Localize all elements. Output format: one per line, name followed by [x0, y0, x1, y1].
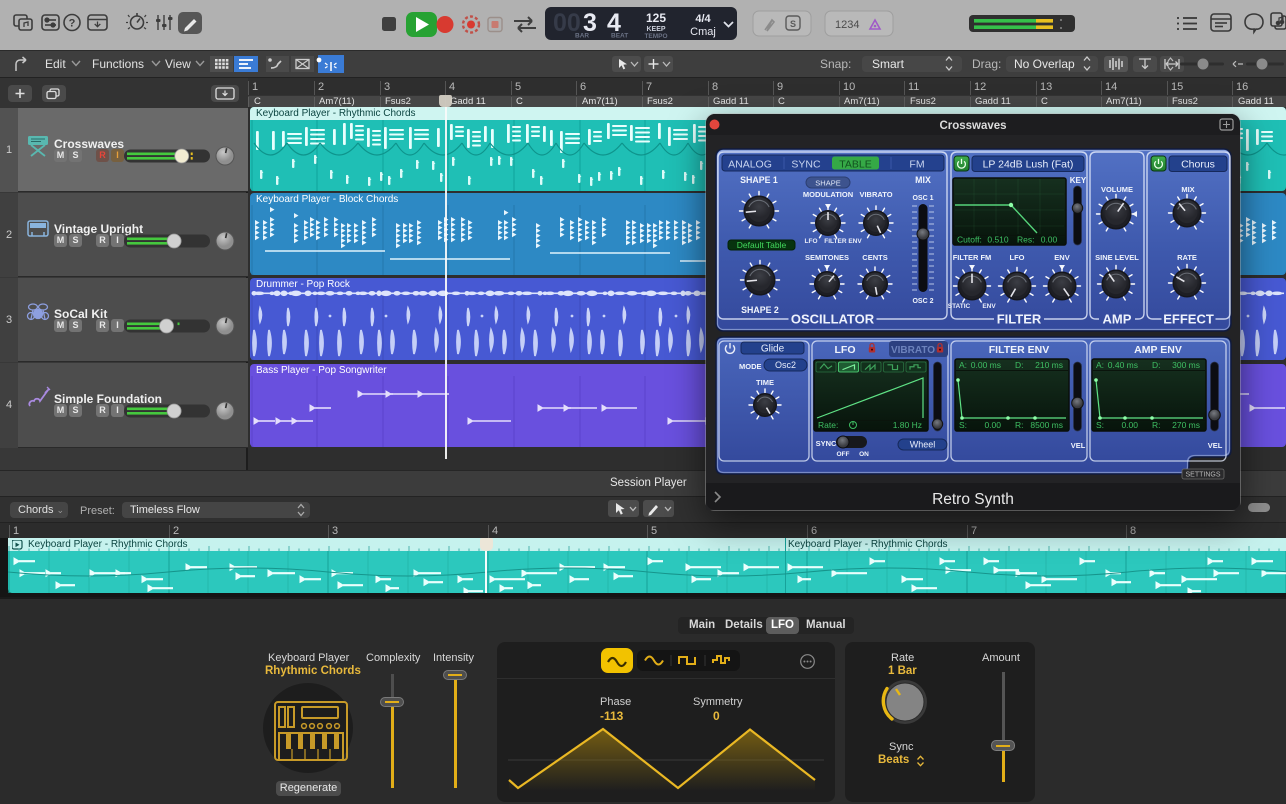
svg-text:FILTER FM: FILTER FM	[953, 253, 992, 262]
svg-text:A:: A:	[1096, 360, 1104, 370]
svg-text:0.00: 0.00	[984, 420, 1001, 430]
svg-text:VIBRATO: VIBRATO	[891, 345, 935, 356]
svg-text:Crosswaves: Crosswaves	[939, 120, 1006, 132]
svg-text:OSC 1: OSC 1	[912, 195, 933, 202]
svg-text:Retro Synth: Retro Synth	[932, 491, 1014, 508]
svg-text:Cmaj: Cmaj	[690, 26, 716, 38]
svg-text:ENV: ENV	[982, 303, 996, 310]
svg-text:KEY: KEY	[1070, 176, 1087, 185]
svg-text:R:: R:	[1015, 420, 1024, 430]
svg-text:OFF: OFF	[837, 451, 850, 458]
svg-text:LFO: LFO	[835, 344, 856, 356]
svg-text:SINE LEVEL: SINE LEVEL	[1095, 253, 1139, 262]
svg-text:VOLUME: VOLUME	[1101, 185, 1133, 194]
svg-text:TABLE: TABLE	[839, 159, 871, 171]
svg-text:Snap:: Snap:	[820, 57, 851, 71]
svg-text:Glide: Glide	[761, 344, 785, 355]
svg-text:OSC 2: OSC 2	[912, 298, 933, 305]
svg-text:0.40 ms: 0.40 ms	[1108, 360, 1138, 370]
svg-text:1.80 Hz: 1.80 Hz	[893, 420, 922, 430]
svg-text:FILTER ENV: FILTER ENV	[824, 238, 862, 245]
svg-text:R:: R:	[1152, 420, 1161, 430]
svg-text:ANALOG: ANALOG	[728, 159, 772, 171]
svg-text:210 ms: 210 ms	[1035, 360, 1063, 370]
svg-text:0.510: 0.510	[987, 235, 1009, 245]
svg-text:TEMPO: TEMPO	[644, 33, 667, 40]
svg-text:TIME: TIME	[756, 378, 774, 387]
svg-text:VEL: VEL	[1208, 441, 1223, 450]
svg-text:AMP ENV: AMP ENV	[1134, 344, 1182, 356]
svg-text:RATE: RATE	[1177, 253, 1197, 262]
svg-text:MODULATION: MODULATION	[803, 190, 853, 199]
svg-text:SHAPE: SHAPE	[815, 179, 840, 188]
svg-text:S:: S:	[959, 420, 967, 430]
svg-text:0.00: 0.00	[1121, 420, 1138, 430]
svg-text:SYNC: SYNC	[816, 439, 837, 448]
svg-text:Default Table: Default Table	[737, 240, 787, 250]
svg-text:0.00 ms: 0.00 ms	[971, 360, 1001, 370]
svg-text:SYNC: SYNC	[791, 159, 821, 171]
svg-text:Cutoff:: Cutoff:	[957, 235, 982, 245]
svg-text:S: S	[790, 19, 796, 29]
svg-text:BEAT: BEAT	[611, 33, 628, 40]
svg-text:MIX: MIX	[915, 175, 931, 185]
svg-text:No Overlap: No Overlap	[1014, 57, 1075, 71]
svg-text:4/4: 4/4	[695, 13, 711, 25]
svg-text:EFFECT: EFFECT	[1163, 312, 1214, 327]
svg-text:LFO: LFO	[805, 238, 818, 245]
svg-text:ON: ON	[859, 451, 869, 458]
svg-text:OSCILLATOR: OSCILLATOR	[791, 312, 875, 327]
svg-text:SHAPE 1: SHAPE 1	[740, 175, 778, 185]
svg-text:Chorus: Chorus	[1181, 159, 1215, 171]
svg-text:Drag:: Drag:	[972, 57, 1001, 71]
svg-text:1234: 1234	[835, 19, 859, 31]
svg-text:LFO: LFO	[1010, 253, 1025, 262]
svg-text:300 ms: 300 ms	[1172, 360, 1200, 370]
svg-text:SEMITONES: SEMITONES	[805, 253, 849, 262]
svg-text:D:: D:	[1015, 360, 1024, 370]
svg-text:Rate:: Rate:	[818, 420, 838, 430]
svg-text:SHAPE 2: SHAPE 2	[741, 305, 779, 315]
svg-text:270 ms: 270 ms	[1172, 420, 1200, 430]
svg-text:?: ?	[69, 18, 76, 30]
svg-text:Smart: Smart	[872, 57, 905, 71]
svg-text:8500 ms: 8500 ms	[1030, 420, 1063, 430]
svg-text:Res:: Res:	[1017, 235, 1034, 245]
svg-text:STATIC: STATIC	[948, 303, 971, 310]
svg-text:View: View	[165, 57, 191, 71]
svg-text:Edit: Edit	[45, 57, 66, 71]
svg-text:FILTER: FILTER	[997, 312, 1042, 327]
svg-text:BAR: BAR	[575, 33, 589, 40]
svg-text:MIX: MIX	[1181, 185, 1194, 194]
svg-text:VEL: VEL	[1071, 441, 1086, 450]
svg-text:0.00: 0.00	[1041, 235, 1058, 245]
svg-text:LP 24dB Lush (Fat): LP 24dB Lush (Fat)	[983, 159, 1074, 171]
svg-text:ENV: ENV	[1054, 253, 1069, 262]
svg-text:AMP: AMP	[1103, 312, 1132, 327]
svg-text:KEEP: KEEP	[646, 26, 665, 33]
svg-text:SETTINGS: SETTINGS	[1185, 472, 1220, 479]
svg-text:125: 125	[646, 11, 666, 25]
svg-text:Functions: Functions	[92, 57, 144, 71]
svg-text:A:: A:	[959, 360, 967, 370]
svg-text:Wheel: Wheel	[910, 440, 936, 450]
svg-text:VIBRATO: VIBRATO	[859, 190, 892, 199]
svg-text:CENTS: CENTS	[862, 253, 887, 262]
svg-text:D:: D:	[1152, 360, 1161, 370]
svg-text:S:: S:	[1096, 420, 1104, 430]
svg-text:FILTER ENV: FILTER ENV	[989, 344, 1049, 356]
svg-text:MODE: MODE	[739, 362, 762, 371]
svg-text:Osc2: Osc2	[775, 360, 796, 370]
svg-text:FM: FM	[909, 159, 924, 171]
